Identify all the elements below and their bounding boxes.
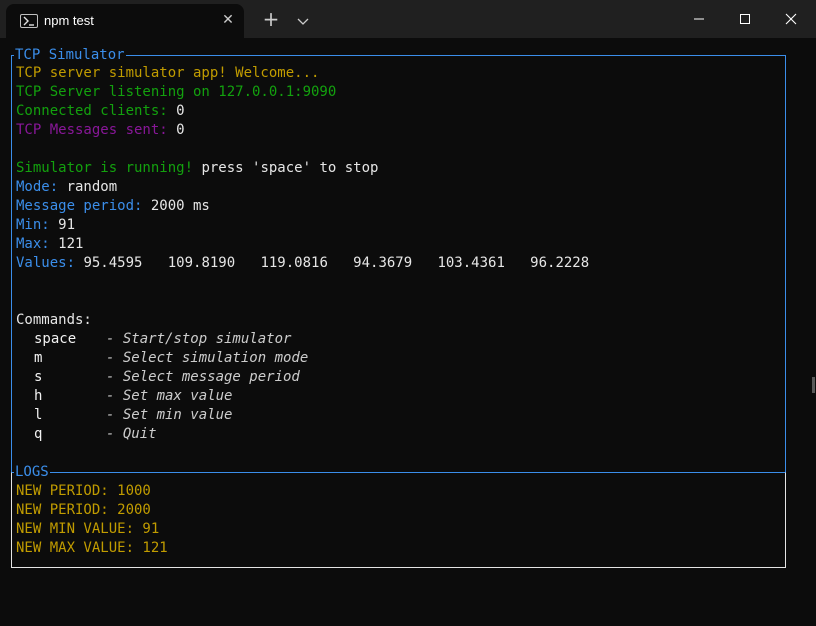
log-line: NEW PERIOD: 2000 xyxy=(16,502,151,518)
values-line: Values: 95.4595 109.8190 119.0816 94.367… xyxy=(16,254,589,273)
command-key: m xyxy=(34,350,43,366)
max-value: 121 xyxy=(58,236,84,252)
period-line: Message period: 2000 ms xyxy=(16,197,210,216)
powershell-icon xyxy=(20,14,38,28)
clients-label: Connected clients: xyxy=(16,103,177,119)
command-desc: - Select message period xyxy=(106,369,300,385)
command-desc: - Set max value xyxy=(106,388,233,404)
period-value: 2000 ms xyxy=(150,198,210,214)
terminal-tab[interactable]: npm test ✕ xyxy=(6,4,244,38)
running-line: Simulator is running! press 'space' to s… xyxy=(16,159,378,178)
maximize-button[interactable] xyxy=(722,0,768,38)
command-desc: - Quit xyxy=(106,426,157,442)
scrollbar-thumb[interactable] xyxy=(812,377,815,393)
mode-value: random xyxy=(66,179,118,195)
command-key: s xyxy=(34,369,43,385)
command-key: space xyxy=(34,331,77,347)
commands-header: Commands: xyxy=(16,312,92,328)
log-line: NEW MIN VALUE: 91 xyxy=(16,521,160,537)
command-desc: - Start/stop simulator xyxy=(106,331,292,347)
new-tab-icon[interactable]: + xyxy=(262,9,280,29)
terminal-area[interactable]: TCP Simulator LOGS TCP server simulator … xyxy=(0,38,816,626)
values-label: Values: xyxy=(16,255,84,271)
log-line: NEW MAX VALUE: 121 xyxy=(16,540,168,556)
command-desc: - Set min value xyxy=(106,407,233,423)
min-value: 91 xyxy=(58,217,76,233)
minimize-button[interactable] xyxy=(676,0,722,38)
title-bar: npm test ✕ + xyxy=(0,0,816,38)
values-list: 95.4595 109.8190 119.0816 94.3679 103.43… xyxy=(83,255,590,271)
mode-line: Mode: random xyxy=(16,178,117,197)
messages-line: TCP Messages sent: 0 xyxy=(16,121,185,140)
mode-label: Mode: xyxy=(16,179,67,195)
close-window-button[interactable] xyxy=(768,0,814,38)
welcome-line: TCP server simulator app! Welcome... xyxy=(16,65,320,81)
command-key: q xyxy=(34,426,43,442)
logs-title: LOGS xyxy=(14,463,50,482)
tab-close-icon[interactable]: ✕ xyxy=(220,12,236,28)
log-line: NEW PERIOD: 1000 xyxy=(16,483,151,499)
messages-label: TCP Messages sent: xyxy=(16,122,177,138)
command-desc: - Select simulation mode xyxy=(106,350,309,366)
command-key: l xyxy=(34,407,43,423)
clients-value: 0 xyxy=(176,103,185,119)
max-label: Max: xyxy=(16,236,59,252)
messages-value: 0 xyxy=(176,122,185,138)
running-hint: press 'space' to stop xyxy=(193,160,379,176)
chevron-down-icon[interactable] xyxy=(296,11,314,27)
listening-line: TCP Server listening on 127.0.0.1:9090 xyxy=(16,84,337,100)
running-label: Simulator is running! xyxy=(16,160,194,176)
tab-title: npm test xyxy=(44,13,94,28)
min-label: Min: xyxy=(16,217,59,233)
max-line: Max: 121 xyxy=(16,235,83,254)
command-key: h xyxy=(34,388,43,404)
period-label: Message period: xyxy=(16,198,151,214)
min-line: Min: 91 xyxy=(16,216,75,235)
clients-line: Connected clients: 0 xyxy=(16,102,185,121)
tcp-simulator-title: TCP Simulator xyxy=(14,46,126,65)
